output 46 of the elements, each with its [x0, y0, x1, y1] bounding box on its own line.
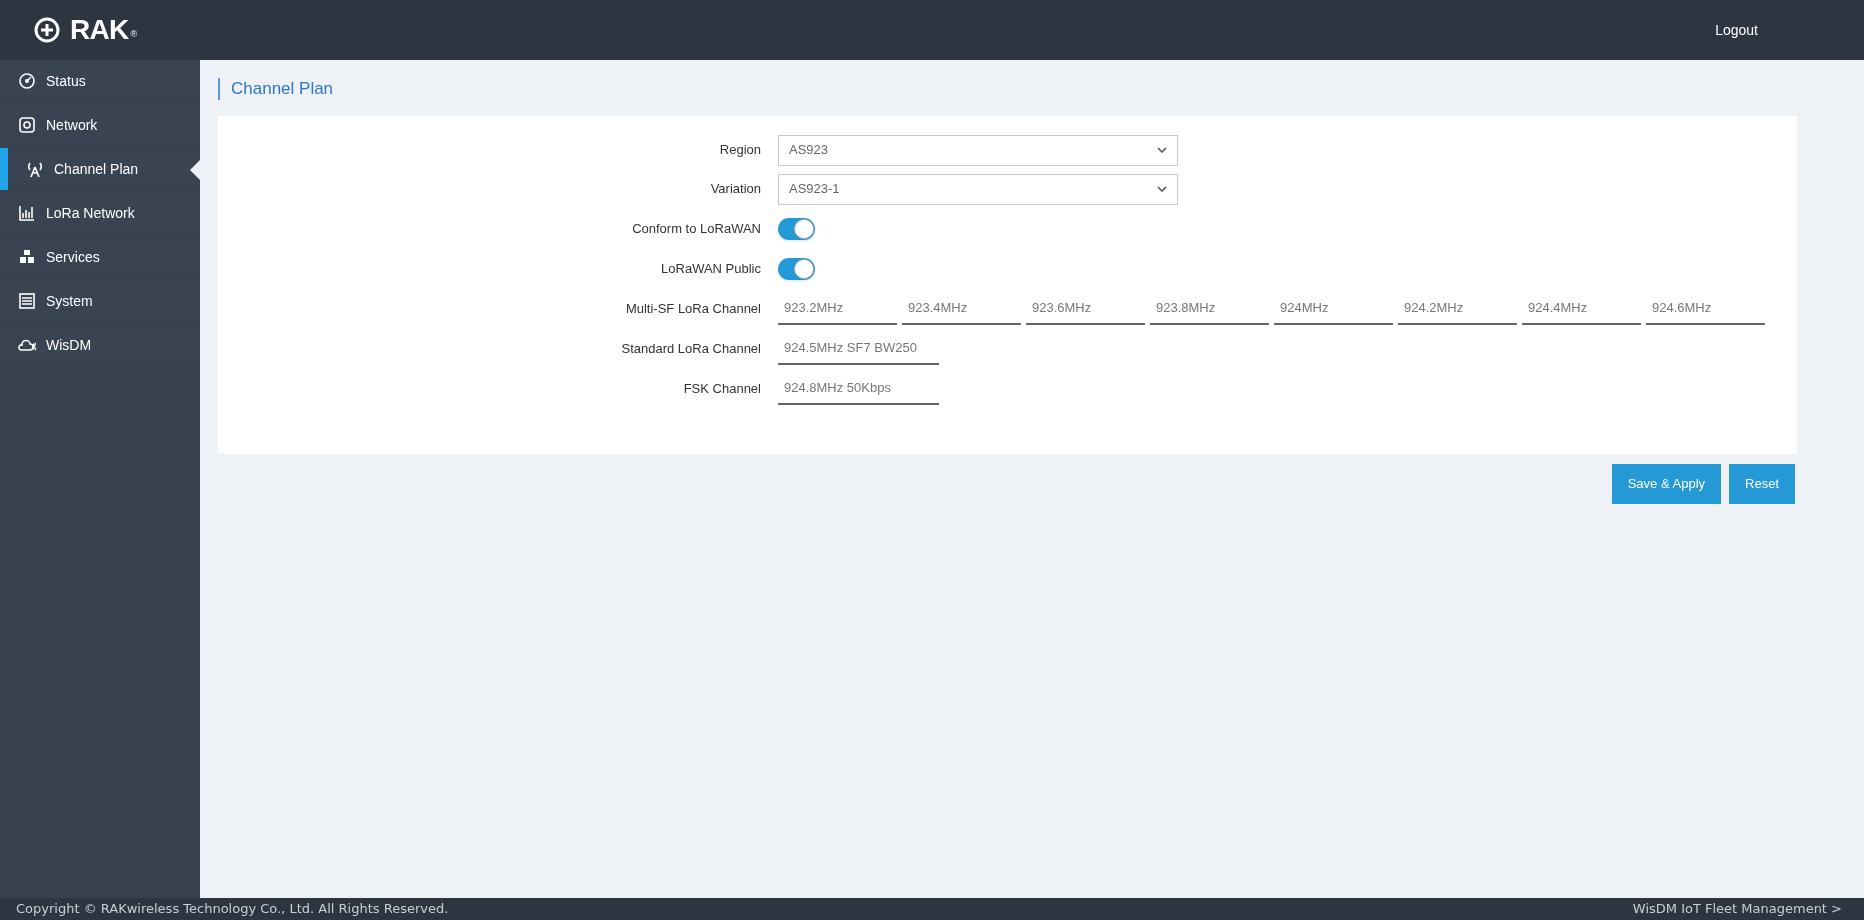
field-label: Conform to LoRaWAN [631, 219, 761, 238]
sidebar-item[interactable]: LoRa Network [0, 192, 200, 234]
toggle-switch[interactable] [778, 217, 815, 240]
list-icon [18, 292, 36, 310]
registered-mark: ® [130, 28, 138, 41]
channel-input[interactable]: 923.4MHz [902, 292, 1021, 325]
toggle-switch[interactable] [778, 257, 815, 280]
bar-chart-icon [18, 204, 36, 222]
antenna-icon [26, 160, 44, 178]
field-label: Standard LoRa Channel [620, 339, 761, 358]
select-field[interactable]: AS923 [778, 134, 1178, 166]
chevron-down-icon [1157, 147, 1167, 153]
channel-input[interactable]: 923.8MHz [1150, 292, 1269, 325]
gauge-icon [18, 72, 36, 90]
field-label: FSK Channel [682, 379, 761, 398]
sidebar-item[interactable]: System [0, 280, 200, 322]
channel-input[interactable]: 923.2MHz [778, 292, 897, 325]
select-field[interactable]: AS923-1 [778, 173, 1178, 205]
field-label: LoRaWAN Public [660, 259, 761, 278]
text-input[interactable]: 924.5MHz SF7 BW250 [778, 332, 939, 365]
sidebar-item[interactable]: Channel Plan [0, 148, 200, 190]
sidebar-item[interactable]: Status [0, 60, 200, 102]
page-title: Channel Plan [231, 78, 334, 101]
logo-icon [32, 15, 62, 45]
cubes-icon [18, 248, 36, 266]
channel-input[interactable]: 923.6MHz [1026, 292, 1145, 325]
network-icon [18, 116, 36, 134]
logout-link[interactable]: Logout [1715, 19, 1758, 41]
copyright-text: Copyright © RAKwireless Technology Co., Ltd. All Rights Reserved. [16, 900, 449, 919]
sidebar-item[interactable]: Network [0, 104, 200, 146]
channel-input[interactable]: 924.6MHz [1646, 292, 1765, 325]
chevron-down-icon [1157, 186, 1167, 192]
field-label: Multi-SF LoRa Channel [624, 299, 761, 318]
fleet-management-link[interactable]: WisDM IoT Fleet Management > [1632, 899, 1842, 919]
save-apply-button[interactable]: Save & Apply [1611, 464, 1722, 504]
field-label: Region [718, 141, 761, 160]
sidebar-item[interactable]: Services [0, 236, 200, 278]
selection-pointer-icon [190, 160, 200, 180]
channel-input[interactable]: 924MHz [1274, 292, 1393, 325]
field-label: Variation [709, 180, 761, 199]
channel-input[interactable]: 924.4MHz [1522, 292, 1641, 325]
channel-input[interactable]: 924.2MHz [1398, 292, 1517, 325]
text-input[interactable]: 924.8MHz 50Kbps [778, 372, 939, 405]
logo-text: RAK [70, 14, 129, 46]
sidebar-item[interactable]: WisDM [0, 324, 200, 366]
reset-button[interactable]: Reset [1729, 464, 1795, 504]
